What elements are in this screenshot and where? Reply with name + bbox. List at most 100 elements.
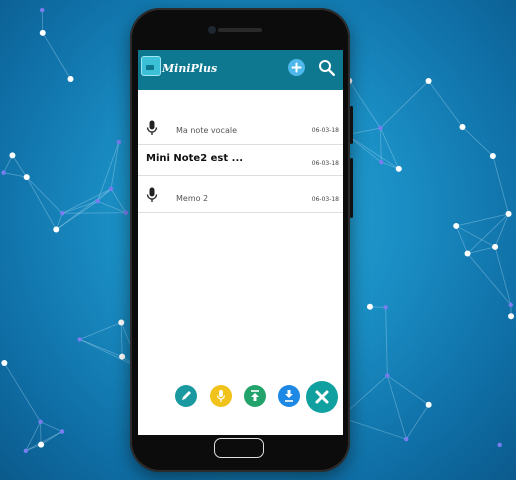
network-line: [385, 307, 388, 376]
network-line: [456, 225, 496, 248]
network-line: [79, 339, 123, 358]
network-node: [459, 123, 466, 130]
network-node: [497, 442, 502, 448]
network-node: [60, 211, 65, 216]
microphone-icon: [146, 187, 158, 202]
network-node: [116, 139, 122, 145]
add-note-button[interactable]: [288, 59, 305, 76]
network-node: [505, 210, 512, 217]
home-button[interactable]: [214, 438, 264, 458]
app-logo-icon: [141, 56, 161, 76]
fab-download-button[interactable]: [278, 385, 300, 407]
earpiece-speaker: [218, 28, 262, 32]
network-line: [26, 176, 57, 230]
note-item-voice[interactable]: Ma note vocale 06-03-18: [138, 112, 343, 145]
app-screen: MiniPlus Ma note vocale 06-03-18 Mini No…: [138, 50, 343, 435]
network-node: [366, 303, 373, 310]
network-line: [40, 431, 63, 445]
note-item-voice[interactable]: Memo 2 06-03-18: [138, 175, 343, 213]
volume-button: [350, 158, 353, 218]
network-node: [383, 305, 388, 310]
network-node: [38, 419, 43, 425]
network-node: [395, 165, 402, 172]
network-node: [453, 222, 460, 229]
fab-edit-button[interactable]: [175, 385, 197, 407]
search-icon: [319, 60, 335, 76]
network-line: [492, 155, 509, 215]
plus-circle-icon: [291, 62, 302, 73]
download-icon: [285, 390, 293, 402]
app-title: MiniPlus: [162, 62, 218, 75]
network-node: [40, 7, 45, 13]
fab-upload-button[interactable]: [244, 385, 266, 407]
network-node: [59, 429, 65, 434]
network-node: [95, 199, 100, 204]
close-icon: [315, 390, 329, 404]
note-title: Mini Note2 est ...: [146, 153, 244, 164]
network-node: [464, 250, 471, 257]
network-line: [462, 126, 494, 157]
network-node: [23, 448, 29, 453]
network-line: [40, 421, 63, 432]
network-node: [425, 77, 432, 84]
network-node: [118, 319, 125, 326]
network-node: [508, 302, 514, 308]
network-line: [455, 225, 468, 254]
network-line: [42, 32, 71, 80]
network-line: [62, 188, 112, 214]
network-line: [348, 80, 381, 129]
fab-voice-button[interactable]: [210, 385, 232, 407]
network-line: [494, 213, 509, 248]
network-line: [26, 176, 63, 214]
network-line: [387, 375, 429, 406]
network-node: [385, 373, 390, 378]
network-node: [53, 226, 60, 233]
network-line: [110, 142, 120, 189]
network-line: [97, 200, 127, 214]
network-node: [489, 152, 496, 159]
upload-icon: [251, 390, 259, 401]
network-node: [404, 436, 409, 442]
search-button[interactable]: [318, 59, 336, 77]
network-node: [508, 313, 515, 320]
network-line: [494, 246, 512, 305]
network-node: [492, 243, 499, 250]
network-line: [467, 213, 509, 254]
network-line: [386, 375, 407, 440]
note-date: 06-03-18: [311, 196, 339, 203]
network-node: [9, 152, 16, 159]
network-node: [23, 174, 30, 181]
network-line: [41, 10, 44, 33]
power-button: [350, 106, 353, 144]
network-line: [405, 404, 429, 440]
network-line: [4, 362, 41, 423]
network-node: [425, 401, 432, 408]
microphone-icon: [146, 120, 158, 135]
network-line: [340, 417, 407, 440]
network-line: [40, 421, 42, 445]
network-node: [378, 125, 383, 131]
network-line: [3, 172, 27, 178]
network-line: [456, 213, 509, 227]
network-line: [467, 246, 496, 254]
network-line: [110, 188, 127, 213]
network-node: [119, 353, 126, 360]
note-item-text[interactable]: Mini Note2 est ... 06-03-18: [138, 144, 343, 176]
note-date: 06-03-18: [311, 160, 339, 167]
note-date: 06-03-18: [311, 127, 339, 134]
network-line: [56, 188, 112, 230]
network-node: [67, 76, 74, 82]
network-node: [108, 186, 114, 192]
note-label: Ma note vocale: [176, 126, 237, 135]
network-line: [12, 155, 28, 178]
fab-close-button[interactable]: [306, 381, 338, 413]
network-line: [467, 253, 512, 306]
network-line: [97, 141, 120, 202]
network-node: [38, 441, 45, 448]
network-line: [120, 322, 123, 357]
network-node: [77, 337, 82, 342]
network-node: [1, 170, 6, 175]
network-line: [25, 431, 63, 452]
network-node: [1, 360, 8, 367]
front-camera: [208, 26, 216, 34]
